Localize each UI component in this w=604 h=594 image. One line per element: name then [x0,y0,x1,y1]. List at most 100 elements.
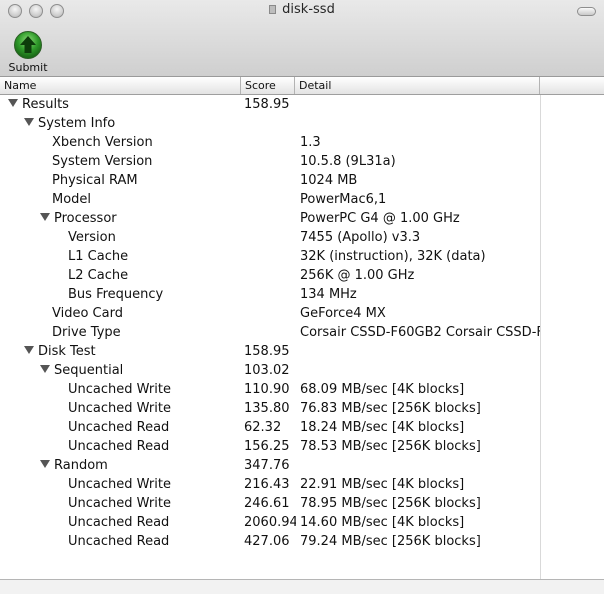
row-name-label: Drive Type [52,325,121,340]
row-name: Uncached Read [68,437,169,456]
row-score: 62.32 [244,420,282,435]
row-name: Sequential [40,361,123,380]
disclosure-triangle-icon[interactable] [24,346,34,354]
row-name-label: System Info [38,116,116,131]
table-row[interactable]: Video Card GeForce4 MX [0,304,604,323]
row-name-label: Uncached Read [68,439,170,454]
row-detail: 22.91 MB/sec [4K blocks] [300,477,465,492]
table-row[interactable]: Bus Frequency 134 MHz [0,285,604,304]
column-header-score[interactable]: Score [241,77,295,94]
upload-arrow-icon [14,31,42,59]
row-score: 103.02 [244,363,290,378]
row-name-label: Results [22,97,69,112]
table-row[interactable]: Uncached Write 246.61 78.95 MB/sec [256K b… [0,494,604,513]
row-name: Disk Test [24,342,96,361]
row-name: Results [8,95,69,114]
table-row[interactable]: Uncached Write 110.90 68.09 MB/sec [4K blo… [0,380,604,399]
row-detail: 1.3 [300,135,321,150]
row-name: Uncached Write [68,399,171,418]
table-row[interactable]: System Info [0,114,604,133]
row-name-label: Uncached Write [68,496,171,511]
row-score: 246.61 [244,496,290,511]
row-name: Xbench Version [52,133,153,152]
table-row[interactable]: L2 Cache 256K @ 1.00 GHz [0,266,604,285]
row-name-label: Random [54,458,108,473]
row-name: Uncached Write [68,380,171,399]
row-name: Physical RAM [52,171,138,190]
disclosure-triangle-icon[interactable] [40,213,50,221]
column-header: Name Score Detail [0,77,604,95]
row-detail: 78.53 MB/sec [256K blocks] [300,439,481,454]
row-detail: 134 MHz [300,287,357,302]
row-name: L2 Cache [68,266,128,285]
app-window: disk-ssd Submit Name Score Detail Result… [0,0,604,594]
table-row[interactable]: Physical RAM 1024 MB [0,171,604,190]
row-name: Drive Type [52,323,121,342]
row-detail: 32K (instruction), 32K (data) [300,249,486,264]
disclosure-triangle-icon[interactable] [40,460,50,468]
row-name-label: System Version [52,154,153,169]
row-detail: 76.83 MB/sec [256K blocks] [300,401,481,416]
table-row[interactable]: Uncached Read 427.06 79.24 MB/sec [256K bl… [0,532,604,551]
row-detail: GeForce4 MX [300,306,386,321]
row-name-label: Processor [54,211,117,226]
row-name: Version [68,228,116,247]
horizontal-scrollbar[interactable] [0,579,604,594]
row-detail: 1024 MB [300,173,358,188]
row-name-label: Disk Test [38,344,96,359]
row-name-label: Video Card [52,306,123,321]
row-score: 135.80 [244,401,290,416]
row-detail: 10.5.8 (9L31a) [300,154,396,169]
table-row[interactable]: L1 Cache 32K (instruction), 32K (data) [0,247,604,266]
table-row[interactable]: Model PowerMac6,1 [0,190,604,209]
row-detail: 18.24 MB/sec [4K blocks] [300,420,465,435]
row-name-label: Uncached Read [68,515,170,530]
column-divider [540,95,541,579]
row-detail: 14.60 MB/sec [4K blocks] [300,515,465,530]
disclosure-triangle-icon[interactable] [24,118,34,126]
table-row[interactable]: Uncached Read 156.25 78.53 MB/sec [256K bl… [0,437,604,456]
row-name: Random [40,456,108,475]
table-row[interactable]: Processor PowerPC G4 @ 1.00 GHz [0,209,604,228]
row-name-label: Uncached Write [68,477,171,492]
row-name-label: Model [52,192,92,207]
table-row[interactable]: Random 347.76 [0,456,604,475]
window-title: disk-ssd [0,2,604,17]
row-name-label: Uncached Read [68,420,170,435]
row-score: 156.25 [244,439,290,454]
table-row[interactable]: Uncached Write 216.43 22.91 MB/sec [4K blo… [0,475,604,494]
window-title-text: disk-ssd [282,2,335,17]
row-name: Uncached Write [68,475,171,494]
table-row[interactable]: Version 7455 (Apollo) v3.3 [0,228,604,247]
column-header-name[interactable]: Name [0,77,241,94]
row-detail: PowerPC G4 @ 1.00 GHz [300,211,460,226]
submit-label: Submit [8,61,48,74]
column-header-detail[interactable]: Detail [295,77,540,94]
table-row[interactable]: Results 158.95 [0,95,604,114]
document-icon [269,5,277,14]
table-row[interactable]: Drive Type Corsair CSSD-F60GB2 Corsair CS… [0,323,604,342]
row-name: Uncached Read [68,513,169,532]
row-name: Bus Frequency [68,285,163,304]
table-row[interactable]: Uncached Read 62.32 18.24 MB/sec [4K block… [0,418,604,437]
row-name-label: Uncached Write [68,401,171,416]
row-score: 347.76 [244,458,290,473]
row-score: 158.95 [244,97,290,112]
table-row[interactable]: System Version 10.5.8 (9L31a) [0,152,604,171]
table-row[interactable]: Sequential 103.02 [0,361,604,380]
row-detail: 79.24 MB/sec [256K blocks] [300,534,481,549]
row-name-label: Uncached Read [68,534,170,549]
table-row[interactable]: Uncached Read 2060.94 14.60 MB/sec [4K blo… [0,513,604,532]
disclosure-triangle-icon[interactable] [40,365,50,373]
row-name: Video Card [52,304,123,323]
row-detail: Corsair CSSD-F60GB2 Corsair CSSD-F60C [300,325,540,340]
row-detail: PowerMac6,1 [300,192,387,207]
submit-button[interactable]: Submit [6,30,50,74]
disclosure-triangle-icon[interactable] [8,99,18,107]
row-name-label: L2 Cache [68,268,129,283]
table-row[interactable]: Xbench Version 1.3 [0,133,604,152]
table-row[interactable]: Uncached Write 135.80 76.83 MB/sec [256K b… [0,399,604,418]
table-row[interactable]: Disk Test 158.95 [0,342,604,361]
row-name: Uncached Read [68,418,169,437]
row-score: 216.43 [244,477,290,492]
